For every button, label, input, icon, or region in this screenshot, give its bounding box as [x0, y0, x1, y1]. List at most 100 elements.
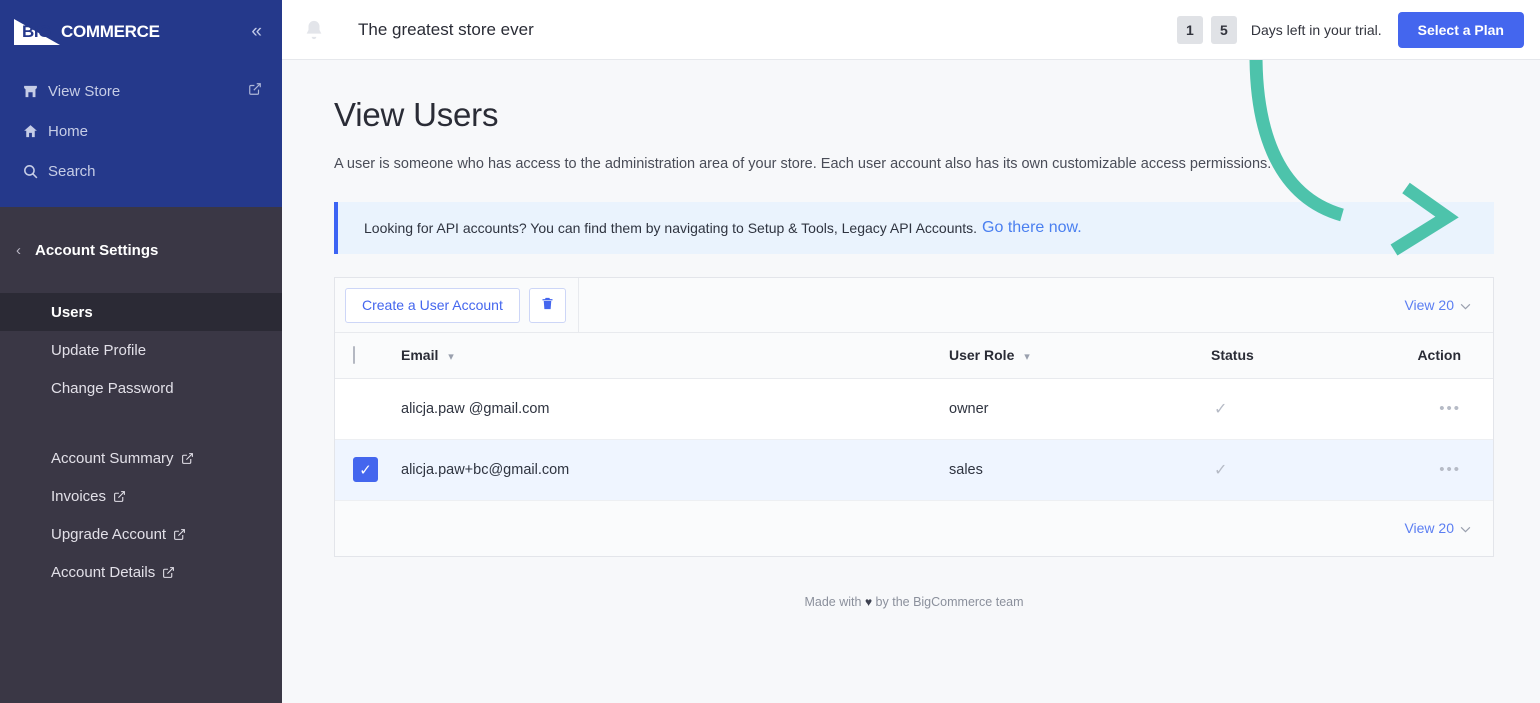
- sidebar-item-users[interactable]: Users: [0, 293, 282, 331]
- bigcommerce-logo[interactable]: BIG COMMERCE: [14, 18, 160, 45]
- column-header-user-role[interactable]: User Role ▾: [949, 333, 1211, 379]
- view-count-label: View 20: [1404, 297, 1454, 313]
- select-a-plan-button[interactable]: Select a Plan: [1397, 11, 1524, 48]
- main-area: The greatest store ever 1 5 Days left in…: [282, 0, 1540, 703]
- sidebar-item-change-password[interactable]: Change Password: [0, 369, 282, 407]
- table-row[interactable]: alicja.paw @gmail.com owner ✓ •••: [335, 378, 1493, 440]
- home-icon: [22, 123, 48, 140]
- trial-digit: 5: [1210, 15, 1237, 44]
- chevron-left-icon[interactable]: ‹: [16, 242, 21, 259]
- create-user-account-button[interactable]: Create a User Account: [345, 287, 520, 323]
- bell-icon[interactable]: [292, 19, 336, 41]
- column-label: Email: [401, 347, 439, 364]
- page-description: A user is someone who has access to the …: [334, 156, 1272, 172]
- topbar: The greatest store ever 1 5 Days left in…: [282, 0, 1540, 60]
- sidebar-item-label: Change Password: [51, 379, 174, 397]
- external-link-icon: [162, 566, 175, 579]
- table-body: alicja.paw @gmail.com owner ✓ ••• ✓ alic…: [335, 378, 1493, 501]
- sidebar-item-view-store[interactable]: View Store: [0, 71, 282, 111]
- chevron-down-icon: [1460, 297, 1471, 313]
- sidebar-item-invoices[interactable]: Invoices: [0, 477, 282, 515]
- table-header: Email ▾ User Role ▾ Status Action: [335, 333, 1493, 379]
- column-label: User Role: [949, 347, 1015, 364]
- view-count-label: View 20: [1404, 520, 1454, 536]
- sidebar-item-label: Update Profile: [51, 341, 147, 359]
- cell-status: ✓: [1211, 378, 1371, 440]
- api-accounts-banner: Looking for API accounts? You can find t…: [334, 202, 1494, 254]
- search-icon: [22, 163, 48, 180]
- sidebar-item-account-details[interactable]: Account Details: [0, 553, 282, 591]
- sidebar-item-label: Account Details: [51, 563, 156, 581]
- logo-commerce-text: COMMERCE: [61, 21, 160, 41]
- column-label: Action: [1417, 347, 1461, 364]
- table-toolbar: Create a User Account View 20: [335, 277, 1493, 333]
- external-link-icon: [173, 528, 186, 541]
- sidebar-item-label: Invoices: [51, 487, 107, 505]
- cell-email: alicja.paw+bc@gmail.com: [401, 439, 949, 501]
- external-link-icon: [248, 82, 262, 100]
- sidebar: BIG COMMERCE « View Store Home Search ‹ …: [0, 0, 282, 703]
- sidebar-item-search[interactable]: Search: [0, 151, 282, 191]
- sidebar-item-label: Account Summary: [51, 449, 174, 467]
- column-header-action: Action: [1371, 333, 1493, 379]
- sidebar-item-home[interactable]: Home: [0, 111, 282, 151]
- go-there-now-link[interactable]: Go there now.: [982, 219, 1082, 237]
- footer-suffix: by the BigCommerce team: [875, 594, 1024, 609]
- table-row[interactable]: ✓ alicja.paw+bc@gmail.com sales ✓ •••: [335, 439, 1493, 501]
- sidebar-brand: BIG COMMERCE «: [0, 0, 282, 63]
- store-icon: [22, 83, 48, 100]
- select-all-header: [335, 333, 401, 379]
- sidebar-item-account-summary[interactable]: Account Summary: [0, 439, 282, 477]
- cell-status: ✓: [1211, 439, 1371, 501]
- banner-text: Looking for API accounts? You can find t…: [364, 220, 978, 236]
- chevron-double-left-icon[interactable]: «: [251, 22, 262, 41]
- row-action-menu[interactable]: •••: [1371, 439, 1493, 501]
- chevron-down-icon: [1460, 520, 1471, 536]
- row-checkbox[interactable]: ✓: [353, 457, 378, 482]
- column-label: Status: [1211, 347, 1254, 364]
- row-select-cell: [335, 378, 401, 440]
- sidebar-item-update-profile[interactable]: Update Profile: [0, 331, 282, 369]
- page-title: View Users: [334, 96, 499, 133]
- page-content: View Users A user is someone who has acc…: [282, 60, 1540, 703]
- sidebar-item-label: Upgrade Account: [51, 525, 167, 543]
- row-action-menu[interactable]: •••: [1371, 378, 1493, 440]
- chevron-down-icon: ▾: [1024, 351, 1030, 364]
- view-count-dropdown-bottom[interactable]: View 20: [1404, 520, 1471, 536]
- app-root: BIG COMMERCE « View Store Home Search ‹ …: [0, 0, 1540, 703]
- toolbar-divider: [577, 277, 579, 333]
- sidebar-section-header: ‹ Account Settings: [0, 207, 282, 293]
- trial-label: Days left in your trial.: [1250, 21, 1382, 38]
- trial-days-counter: 1 5: [1176, 15, 1237, 44]
- select-all-checkbox[interactable]: [353, 346, 355, 365]
- table-header-row: Email ▾ User Role ▾ Status Action: [335, 333, 1493, 379]
- sidebar-item-label: Users: [51, 303, 93, 321]
- sidebar-primary-nav: View Store Home Search: [0, 63, 282, 207]
- sidebar-divider-gap: [0, 407, 282, 439]
- users-table: Email ▾ User Role ▾ Status Action alicja…: [335, 333, 1493, 501]
- column-header-email[interactable]: Email ▾: [401, 333, 949, 379]
- cell-email: alicja.paw @gmail.com: [401, 378, 949, 440]
- logo-big-text: BIG: [22, 21, 52, 41]
- footer-prefix: Made with: [804, 594, 862, 609]
- sidebar-item-upgrade-account[interactable]: Upgrade Account: [0, 515, 282, 553]
- delete-button[interactable]: [528, 287, 566, 323]
- trial-status: 1 5 Days left in your trial. Select a Pl…: [1176, 11, 1524, 48]
- store-title: The greatest store ever: [358, 19, 534, 39]
- cell-user-role: owner: [949, 378, 1211, 440]
- cell-user-role: sales: [949, 439, 1211, 501]
- sidebar-item-label: Home: [48, 122, 89, 140]
- sidebar-item-label: Search: [48, 162, 96, 180]
- external-link-icon: [181, 452, 194, 465]
- chevron-down-icon: ▾: [448, 351, 454, 364]
- heart-icon: ♥: [864, 594, 873, 609]
- sidebar-section-title: Account Settings: [35, 241, 159, 259]
- sidebar-item-label: View Store: [48, 82, 121, 100]
- users-table-card: Create a User Account View 20 Email ▾ Us…: [334, 277, 1494, 557]
- trash-icon: [540, 295, 555, 315]
- row-select-cell: ✓: [335, 439, 401, 501]
- trial-digit: 1: [1176, 15, 1203, 44]
- view-count-dropdown-top[interactable]: View 20: [1404, 297, 1471, 313]
- external-link-icon: [113, 490, 126, 503]
- column-header-status: Status: [1211, 333, 1371, 379]
